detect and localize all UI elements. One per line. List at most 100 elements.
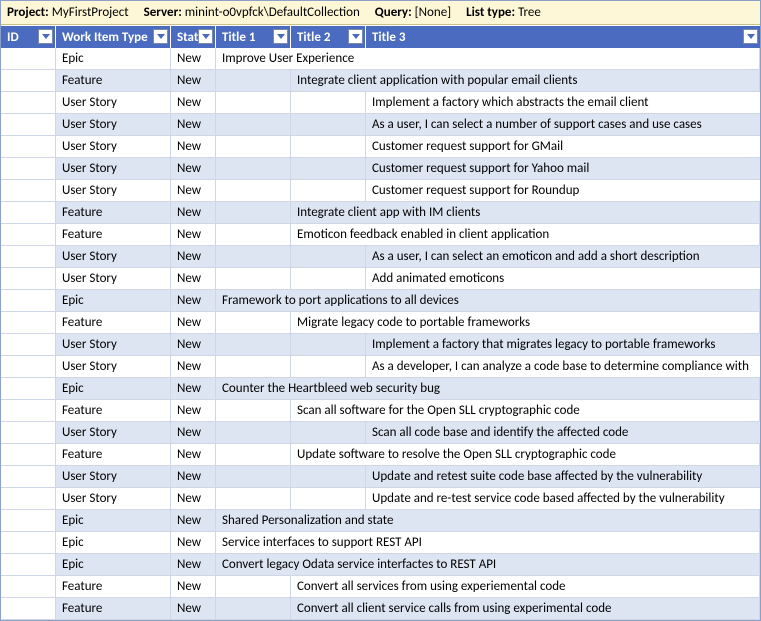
cell-title2[interactable] (291, 92, 366, 113)
cell-title2[interactable] (291, 246, 366, 267)
cell-title1[interactable]: Framework to port applications to all de… (216, 290, 760, 311)
cell-work-item-type[interactable]: Feature (56, 202, 171, 223)
filter-dropdown-icon[interactable] (273, 29, 288, 44)
cell-work-item-type[interactable]: User Story (56, 136, 171, 157)
table-row[interactable]: EpicNewConvert legacy Odata service inte… (1, 554, 760, 576)
cell-id[interactable] (1, 598, 56, 619)
table-row[interactable]: FeatureNewEmoticon feedback enabled in c… (1, 224, 760, 246)
table-row[interactable]: EpicNewShared Personalization and state (1, 510, 760, 532)
cell-work-item-type[interactable]: Feature (56, 224, 171, 245)
cell-state[interactable]: New (171, 466, 216, 487)
cell-work-item-type[interactable]: User Story (56, 488, 171, 509)
cell-title2[interactable] (291, 268, 366, 289)
cell-id[interactable] (1, 70, 56, 91)
table-row[interactable]: User StoryNewCustomer request support fo… (1, 180, 760, 202)
cell-title1[interactable] (216, 246, 291, 267)
cell-work-item-type[interactable]: User Story (56, 246, 171, 267)
cell-id[interactable] (1, 466, 56, 487)
cell-id[interactable] (1, 48, 56, 69)
table-row[interactable]: FeatureNewIntegrate client app with IM c… (1, 202, 760, 224)
cell-title2[interactable] (291, 488, 366, 509)
cell-title2[interactable] (291, 466, 366, 487)
table-row[interactable]: FeatureNewConvert all client service cal… (1, 598, 760, 620)
cell-title1[interactable] (216, 114, 291, 135)
table-row[interactable]: FeatureNewScan all software for the Open… (1, 400, 760, 422)
cell-id[interactable] (1, 488, 56, 509)
cell-title1[interactable]: Improve User Experience (216, 48, 760, 69)
cell-id[interactable] (1, 224, 56, 245)
cell-work-item-type[interactable]: Epic (56, 554, 171, 575)
table-row[interactable]: User StoryNewUpdate and re-test service … (1, 488, 760, 510)
cell-id[interactable] (1, 158, 56, 179)
cell-title1[interactable] (216, 444, 291, 465)
cell-title1[interactable] (216, 598, 291, 619)
cell-title1[interactable] (216, 488, 291, 509)
cell-state[interactable]: New (171, 598, 216, 619)
cell-work-item-type[interactable]: Epic (56, 378, 171, 399)
cell-id[interactable] (1, 576, 56, 597)
cell-title2[interactable]: Update software to resolve the Open SLL … (291, 444, 760, 465)
cell-title1[interactable] (216, 334, 291, 355)
table-row[interactable]: User StoryNewAdd animated emoticons (1, 268, 760, 290)
cell-state[interactable]: New (171, 400, 216, 421)
cell-state[interactable]: New (171, 180, 216, 201)
cell-work-item-type[interactable]: Feature (56, 444, 171, 465)
cell-work-item-type[interactable]: Feature (56, 70, 171, 91)
cell-state[interactable]: New (171, 158, 216, 179)
table-row[interactable]: User StoryNewImplement a factory that mi… (1, 334, 760, 356)
cell-state[interactable]: New (171, 576, 216, 597)
cell-title2[interactable]: Migrate legacy code to portable framewor… (291, 312, 760, 333)
table-row[interactable]: User StoryNewImplement a factory which a… (1, 92, 760, 114)
cell-title3[interactable]: Scan all code base and identify the affe… (366, 422, 760, 443)
cell-title3[interactable]: Customer request support for Yahoo mail (366, 158, 760, 179)
table-row[interactable]: EpicNewImprove User Experience (1, 48, 760, 70)
cell-id[interactable] (1, 532, 56, 553)
cell-title1[interactable] (216, 158, 291, 179)
cell-id[interactable] (1, 180, 56, 201)
cell-work-item-type[interactable]: Epic (56, 48, 171, 69)
column-header-title3[interactable]: Title 3 (366, 26, 760, 48)
table-row[interactable]: User StoryNew Scan all code base and iden… (1, 422, 760, 444)
cell-id[interactable] (1, 202, 56, 223)
cell-id[interactable] (1, 92, 56, 113)
filter-dropdown-icon[interactable] (198, 29, 213, 44)
cell-state[interactable]: New (171, 70, 216, 91)
cell-work-item-type[interactable]: User Story (56, 180, 171, 201)
cell-id[interactable] (1, 136, 56, 157)
cell-title2[interactable]: Convert all client service calls from us… (291, 598, 760, 619)
table-row[interactable]: User StoryNewAs a user, I can select an … (1, 246, 760, 268)
cell-work-item-type[interactable]: User Story (56, 268, 171, 289)
cell-state[interactable]: New (171, 356, 216, 377)
cell-id[interactable] (1, 334, 56, 355)
cell-title2[interactable] (291, 356, 366, 377)
cell-state[interactable]: New (171, 114, 216, 135)
cell-title2[interactable] (291, 180, 366, 201)
cell-work-item-type[interactable]: Feature (56, 576, 171, 597)
cell-state[interactable]: New (171, 92, 216, 113)
table-row[interactable]: User StoryNewCustomer request support fo… (1, 158, 760, 180)
cell-title2[interactable]: Integrate client application with popula… (291, 70, 760, 91)
cell-title2[interactable]: Emoticon feedback enabled in client appl… (291, 224, 760, 245)
cell-work-item-type[interactable]: User Story (56, 422, 171, 443)
cell-id[interactable] (1, 290, 56, 311)
cell-title2[interactable]: Convert all services from using experiem… (291, 576, 760, 597)
cell-title3[interactable]: Update and retest suite code base affect… (366, 466, 760, 487)
table-row[interactable]: EpicNewFramework to port applications to… (1, 290, 760, 312)
table-row[interactable]: FeatureNewUpdate software to resolve the… (1, 444, 760, 466)
cell-state[interactable]: New (171, 136, 216, 157)
cell-title1[interactable] (216, 400, 291, 421)
cell-state[interactable]: New (171, 532, 216, 553)
cell-state[interactable]: New (171, 488, 216, 509)
cell-id[interactable] (1, 356, 56, 377)
cell-title1[interactable] (216, 268, 291, 289)
cell-title2[interactable] (291, 422, 366, 443)
cell-work-item-type[interactable]: Feature (56, 312, 171, 333)
cell-id[interactable] (1, 114, 56, 135)
cell-state[interactable]: New (171, 202, 216, 223)
cell-id[interactable] (1, 378, 56, 399)
cell-state[interactable]: New (171, 422, 216, 443)
cell-title1[interactable] (216, 312, 291, 333)
cell-id[interactable] (1, 554, 56, 575)
cell-work-item-type[interactable]: Feature (56, 400, 171, 421)
cell-title1[interactable] (216, 466, 291, 487)
